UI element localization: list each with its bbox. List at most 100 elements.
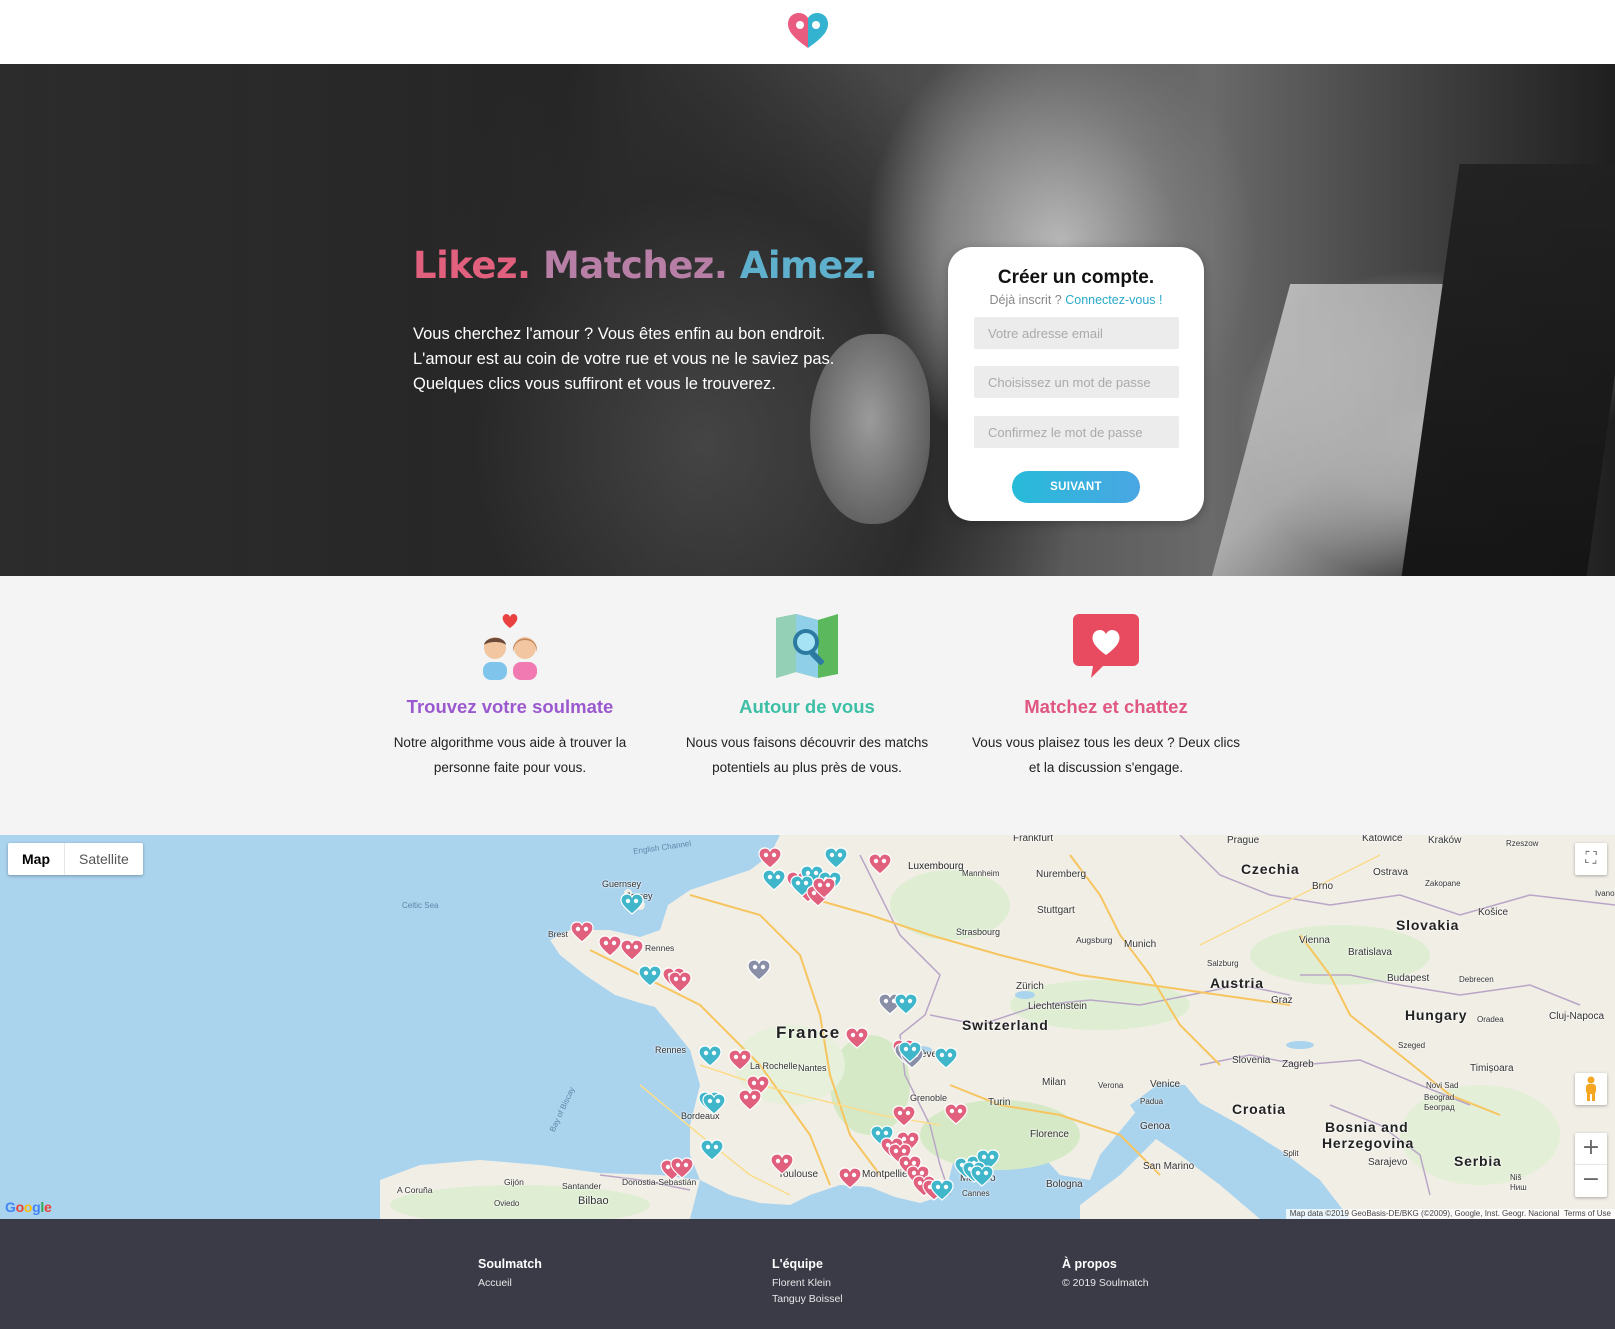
footer-link-home[interactable]: Accueil xyxy=(478,1275,542,1291)
zoom-out-button[interactable]: − xyxy=(1575,1165,1607,1197)
map-label: Bologna xyxy=(1046,1179,1083,1190)
zoom-control: + − xyxy=(1575,1133,1607,1197)
match-pin-icon[interactable] xyxy=(898,1041,922,1063)
matches-map[interactable]: Celtic Sea English Channel Bay of Biscay… xyxy=(0,835,1615,1219)
google-logo[interactable]: Google xyxy=(5,1199,52,1215)
map-label: Santander xyxy=(562,1181,602,1191)
map-label: Cluj-Napoca xyxy=(1549,1011,1605,1022)
map-label: Brno xyxy=(1312,881,1334,892)
tagline-like: Likez. xyxy=(413,244,531,287)
map-label: Ниш xyxy=(1510,1183,1527,1192)
tagline-match: Matchez. xyxy=(542,244,728,287)
map-label: Milan xyxy=(1042,1077,1066,1088)
feature-text: Vous vous plaisez tous les deux ? Deux c… xyxy=(972,735,1240,775)
map-label: Slovenia xyxy=(1232,1055,1271,1066)
match-pin-icon[interactable] xyxy=(845,1027,869,1049)
map-label: Timișoara xyxy=(1470,1063,1514,1074)
footer-title: Soulmatch xyxy=(478,1257,542,1271)
match-pin-icon[interactable] xyxy=(700,1139,724,1161)
match-pin-icon[interactable] xyxy=(934,1047,958,1069)
match-pin-icon[interactable] xyxy=(670,1157,694,1179)
match-pin-icon[interactable] xyxy=(702,1093,726,1115)
match-pin-icon[interactable] xyxy=(894,993,918,1015)
match-pin-icon[interactable] xyxy=(738,1089,762,1111)
match-pin-icon[interactable] xyxy=(620,893,644,915)
match-pin-icon[interactable] xyxy=(868,853,892,875)
map-label: Luxembourg xyxy=(908,861,964,872)
pegman-icon[interactable] xyxy=(1575,1073,1607,1105)
map-label: Salzburg xyxy=(1207,959,1239,968)
map-label: Augsburg xyxy=(1076,935,1113,945)
match-pin-icon[interactable] xyxy=(638,965,662,987)
map-label: Rennes xyxy=(645,943,675,953)
map-label: Kraków xyxy=(1428,835,1462,846)
map-type-map[interactable]: Map xyxy=(8,843,65,875)
match-pin-icon[interactable] xyxy=(698,1045,722,1067)
match-pin-icon[interactable] xyxy=(762,869,786,891)
match-pin-icon[interactable] xyxy=(930,1179,954,1201)
footer-col-soulmatch: Soulmatch Accueil xyxy=(478,1257,542,1291)
map-label: Strasbourg xyxy=(956,927,1001,937)
map-label: Zürich xyxy=(1016,981,1044,992)
match-pin-icon[interactable] xyxy=(747,959,771,981)
map-label: Nuremberg xyxy=(1036,869,1087,880)
match-pin-icon[interactable] xyxy=(570,921,594,943)
confirm-password-field[interactable] xyxy=(974,416,1179,448)
tagline-love: Aimez. xyxy=(739,244,878,287)
map-label: Celtic Sea xyxy=(402,901,439,910)
terms-link[interactable]: Terms of Use xyxy=(1564,1209,1611,1218)
match-pin-icon[interactable] xyxy=(770,1153,794,1175)
match-pin-icon[interactable] xyxy=(838,1167,862,1189)
map-label: A Coruña xyxy=(397,1185,433,1195)
map-label: Serbia xyxy=(1454,1153,1502,1169)
footer-title: L'équipe xyxy=(772,1257,823,1271)
map-type-satellite[interactable]: Satellite xyxy=(65,843,143,875)
map-label: Turin xyxy=(988,1097,1011,1108)
match-pin-icon[interactable] xyxy=(758,847,782,869)
map-label: Bilbao xyxy=(578,1195,609,1207)
team-member: Florent Klein xyxy=(772,1277,831,1289)
map-label: Frankfurt xyxy=(1013,835,1054,844)
feature-soulmate: Trouvez votre soulmate Notre algorithme … xyxy=(360,612,660,780)
signup-card: Créer un compte. Déjà inscrit ? Connecte… xyxy=(948,247,1204,521)
map-label: Split xyxy=(1283,1149,1299,1158)
footer-col-about: À propos © 2019 Soulmatch xyxy=(1062,1257,1149,1291)
map-label: Budapest xyxy=(1387,973,1430,984)
feature-chat: Matchez et chattez Vous vous plaisez tou… xyxy=(956,612,1256,780)
match-pin-icon[interactable] xyxy=(944,1103,968,1125)
map-label: Herzegovina xyxy=(1322,1135,1415,1151)
team-member: Tanguy Boissel xyxy=(772,1293,843,1305)
email-field[interactable] xyxy=(974,317,1179,349)
map-label: Rennes xyxy=(655,1045,687,1055)
zoom-in-button[interactable]: + xyxy=(1575,1133,1607,1165)
heart-chat-icon xyxy=(1073,614,1139,678)
match-pin-icon[interactable] xyxy=(598,935,622,957)
login-link[interactable]: Connectez-vous ! xyxy=(1065,293,1162,307)
soulmatch-logo-icon[interactable] xyxy=(787,12,829,50)
feature-text: Notre algorithme vous aide à trouver la … xyxy=(393,735,627,775)
map-label: Munich xyxy=(1124,939,1157,950)
map-label: Ivano- xyxy=(1595,889,1615,898)
next-button[interactable]: SUIVANT xyxy=(1012,471,1140,503)
password-field[interactable] xyxy=(974,366,1179,398)
footer-col-team: L'équipe Florent Klein Tanguy Boissel xyxy=(772,1257,843,1307)
copyright: © 2019 Soulmatch xyxy=(1062,1277,1149,1289)
match-pin-icon[interactable] xyxy=(668,971,692,993)
couple-icon xyxy=(483,613,538,680)
match-pin-icon[interactable] xyxy=(970,1165,994,1187)
map-attribution: Map data ©2019 GeoBasis-DE/BKG (©2009), … xyxy=(1285,1209,1615,1219)
map-label: Stuttgart xyxy=(1037,905,1075,916)
already-registered: Déjà inscrit ? Connectez-vous ! xyxy=(948,293,1204,307)
match-pin-icon[interactable] xyxy=(620,939,644,961)
signup-title: Créer un compte. xyxy=(997,267,1155,288)
match-pin-icon[interactable] xyxy=(892,1105,916,1127)
map-label: Vienna xyxy=(1299,935,1330,946)
match-pin-icon[interactable] xyxy=(824,847,848,869)
fullscreen-icon[interactable]: ⛶ xyxy=(1575,843,1607,875)
top-header xyxy=(0,0,1615,64)
map-label: Oradea xyxy=(1477,1015,1504,1024)
match-pin-icon[interactable] xyxy=(812,877,836,899)
intro-line: L'amour est au coin de votre rue et vous… xyxy=(413,350,835,368)
match-pin-icon[interactable] xyxy=(728,1049,752,1071)
map-label: Oviedo xyxy=(494,1199,520,1208)
